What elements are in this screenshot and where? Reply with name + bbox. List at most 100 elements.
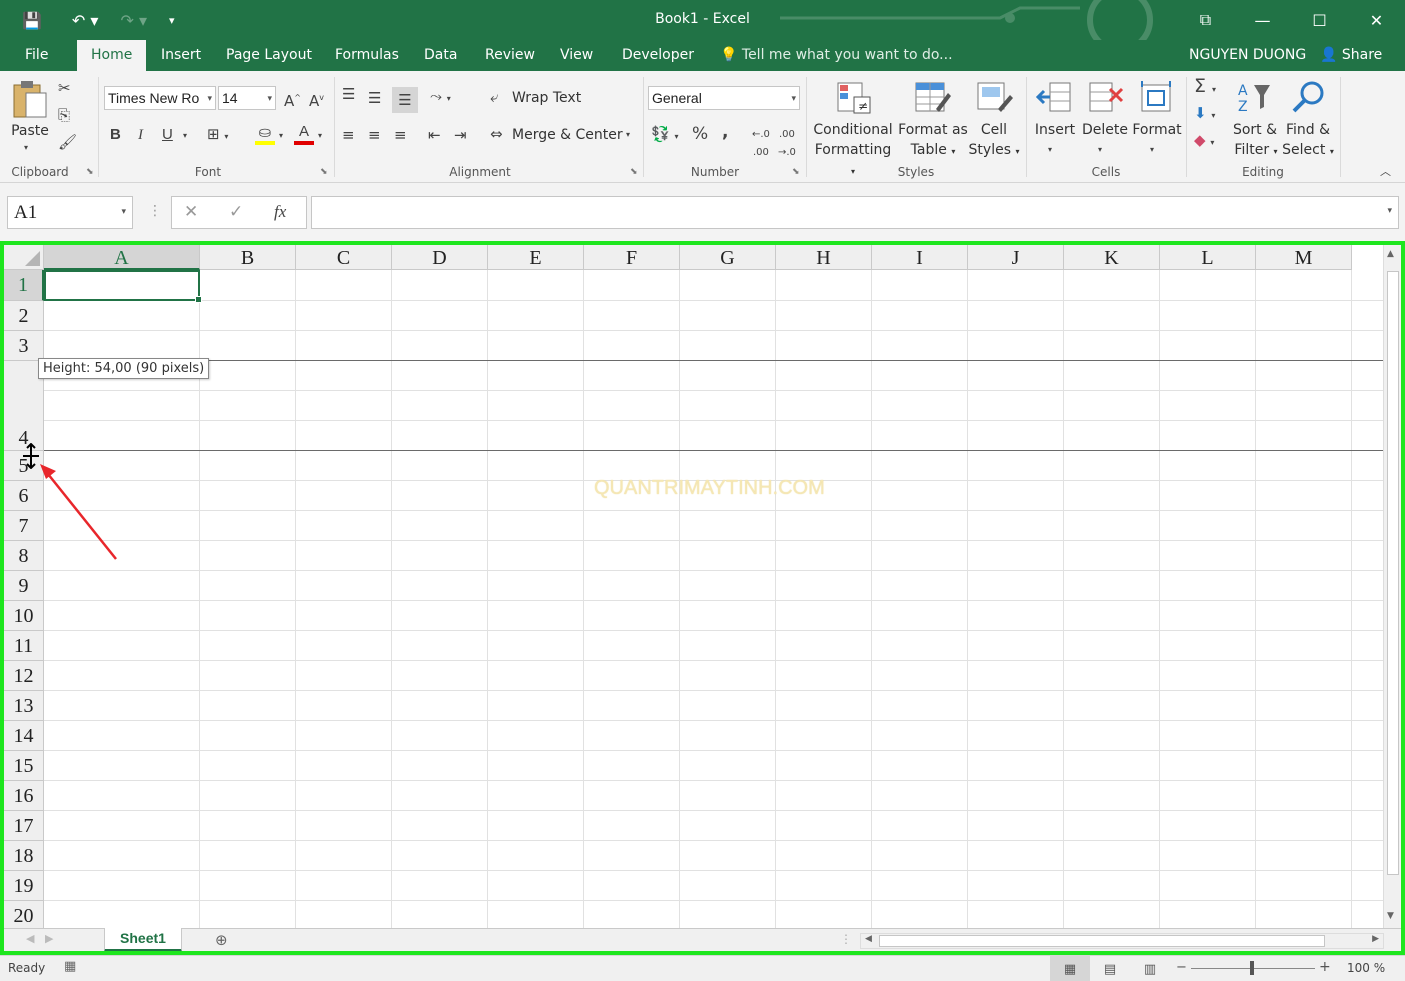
borders-icon[interactable]: ⊞ ▾	[207, 125, 228, 146]
increase-indent-icon[interactable]: ⇥	[454, 126, 467, 144]
number-format-combo[interactable]: General ▾	[648, 86, 800, 110]
cell-styles-icon[interactable]	[976, 79, 1014, 121]
tab-insert[interactable]: Insert	[161, 40, 201, 71]
font-launcher-icon[interactable]: ⬊	[320, 167, 328, 177]
tab-developer[interactable]: Developer	[622, 40, 694, 71]
zoom-level[interactable]: 100 %	[1347, 961, 1385, 975]
paste-dropdown-icon[interactable]: ▾	[24, 139, 28, 157]
zoom-out-icon[interactable]: −	[1176, 960, 1187, 975]
find-select-button[interactable]: Select ▾	[1280, 140, 1336, 162]
select-all-button[interactable]	[4, 245, 44, 270]
row-header-10[interactable]: 10	[4, 601, 44, 631]
tab-splitter-icon[interactable]: ⋮	[840, 932, 852, 946]
font-size-combo[interactable]: 14 ▾	[218, 86, 276, 110]
decrease-decimal-icon[interactable]: .00 →.0	[778, 126, 796, 162]
normal-view-icon[interactable]: ▦	[1050, 956, 1090, 981]
row-header-19[interactable]: 19	[4, 871, 44, 901]
sheet-tab-sheet1[interactable]: Sheet1	[104, 928, 182, 951]
column-header-f[interactable]: F	[584, 245, 680, 270]
clear-icon[interactable]: ◆ ▾	[1194, 131, 1214, 152]
top-align-icon[interactable]: ☰	[342, 85, 355, 103]
column-header-e[interactable]: E	[488, 245, 584, 270]
row-header-12[interactable]: 12	[4, 661, 44, 691]
increase-font-icon[interactable]: A^	[284, 89, 301, 110]
insert-cells-button[interactable]: Insert	[1032, 120, 1078, 140]
column-header-a[interactable]: A	[44, 245, 200, 270]
paste-icon[interactable]	[12, 79, 50, 125]
name-box[interactable]: A1 ▾	[7, 196, 133, 229]
percent-style-button[interactable]: %	[692, 125, 708, 143]
vertical-scroll-thumb[interactable]	[1387, 271, 1399, 875]
merge-center-icon[interactable]: ⇔	[490, 125, 503, 143]
row-header-20[interactable]: 20	[4, 901, 44, 931]
row-header-13[interactable]: 13	[4, 691, 44, 721]
column-header-h[interactable]: H	[776, 245, 872, 270]
delete-dropdown-icon[interactable]: ▾	[1098, 141, 1102, 159]
row-header-3[interactable]: 3	[4, 331, 44, 361]
share-button[interactable]: 👤 Share	[1320, 40, 1382, 71]
tab-home[interactable]: Home	[77, 40, 147, 71]
underline-button[interactable]: U	[162, 126, 173, 144]
font-color-dropdown-icon[interactable]: ▾	[318, 127, 322, 145]
splitter-icon[interactable]: ⋮	[148, 203, 162, 219]
column-header-k[interactable]: K	[1064, 245, 1160, 270]
fill-icon[interactable]: ⬇ ▾	[1194, 104, 1215, 125]
middle-align-icon[interactable]: ☰	[368, 89, 381, 107]
zoom-in-icon[interactable]: +	[1319, 959, 1331, 975]
cancel-icon[interactable]: ✕	[184, 202, 198, 222]
format-dropdown-icon[interactable]: ▾	[1150, 141, 1154, 159]
tell-me-search[interactable]: 💡 Tell me what you want to do...	[720, 40, 953, 71]
horizontal-scrollbar[interactable]: ◀ ▶	[860, 933, 1384, 949]
scroll-down-icon[interactable]: ▼	[1387, 911, 1394, 921]
find-select-label-1[interactable]: Find &	[1282, 120, 1334, 140]
copy-icon[interactable]: ⎘	[58, 106, 70, 124]
wrap-text-button[interactable]: Wrap Text	[512, 88, 581, 108]
number-launcher-icon[interactable]: ⬊	[792, 167, 800, 177]
row-header-16[interactable]: 16	[4, 781, 44, 811]
conditional-formatting-label-1[interactable]: Conditional	[812, 120, 894, 140]
row-header-9[interactable]: 9	[4, 571, 44, 601]
tab-review[interactable]: Review	[485, 40, 535, 71]
merge-dropdown-icon[interactable]: ▾	[626, 126, 630, 144]
column-header-i[interactable]: I	[872, 245, 968, 270]
bottom-align-icon[interactable]: ☰	[392, 87, 418, 113]
column-header-m[interactable]: M	[1256, 245, 1352, 270]
scroll-up-icon[interactable]: ▲	[1387, 249, 1394, 259]
collapse-ribbon-icon[interactable]: ︿	[1380, 163, 1391, 181]
sort-filter-label-1[interactable]: Sort &	[1230, 120, 1280, 140]
delete-cells-icon[interactable]	[1088, 79, 1126, 121]
orientation-icon[interactable]: ⤳ ▾	[430, 87, 451, 108]
add-sheet-icon[interactable]: ⊕	[215, 931, 228, 949]
fill-color-icon[interactable]: ⛀	[255, 123, 275, 145]
close-icon[interactable]: ✕	[1348, 0, 1405, 40]
row-header-11[interactable]: 11	[4, 631, 44, 661]
format-as-table-icon[interactable]	[914, 79, 952, 121]
insert-dropdown-icon[interactable]: ▾	[1048, 141, 1052, 159]
delete-cells-button[interactable]: Delete	[1082, 120, 1128, 140]
column-header-d[interactable]: D	[392, 245, 488, 270]
row-header-1[interactable]: 1	[4, 270, 44, 301]
alignment-launcher-icon[interactable]: ⬊	[630, 167, 638, 177]
align-left-icon[interactable]: ≡	[342, 126, 355, 144]
cell-styles-button[interactable]: Styles ▾	[968, 140, 1020, 162]
row-header-18[interactable]: 18	[4, 841, 44, 871]
macro-recording-icon[interactable]: ▦	[64, 959, 76, 974]
vertical-scrollbar[interactable]: ▲ ▼	[1383, 245, 1401, 928]
row-header-2[interactable]: 2	[4, 301, 44, 331]
tab-page-layout[interactable]: Page Layout	[226, 40, 312, 71]
horizontal-scroll-thumb[interactable]	[879, 935, 1325, 947]
column-header-c[interactable]: C	[296, 245, 392, 270]
find-select-icon[interactable]	[1290, 79, 1328, 121]
format-painter-icon[interactable]: 🖌	[58, 133, 77, 151]
decrease-indent-icon[interactable]: ⇤	[428, 126, 441, 144]
column-header-b[interactable]: B	[200, 245, 296, 270]
autosum-icon[interactable]: Σ ▾	[1194, 77, 1216, 99]
accounting-format-icon[interactable]: 💱 ▾	[651, 125, 678, 146]
sort-filter-icon[interactable]: AZ	[1236, 79, 1274, 121]
align-center-icon[interactable]: ≡	[368, 126, 381, 144]
align-right-icon[interactable]: ≡	[394, 126, 407, 144]
expand-formula-icon[interactable]: ▾	[1387, 206, 1392, 216]
format-cells-button[interactable]: Format	[1132, 120, 1182, 140]
sheet-nav-arrows-icon[interactable]: ◀ ▶	[26, 932, 53, 945]
italic-button[interactable]: I	[138, 126, 143, 144]
